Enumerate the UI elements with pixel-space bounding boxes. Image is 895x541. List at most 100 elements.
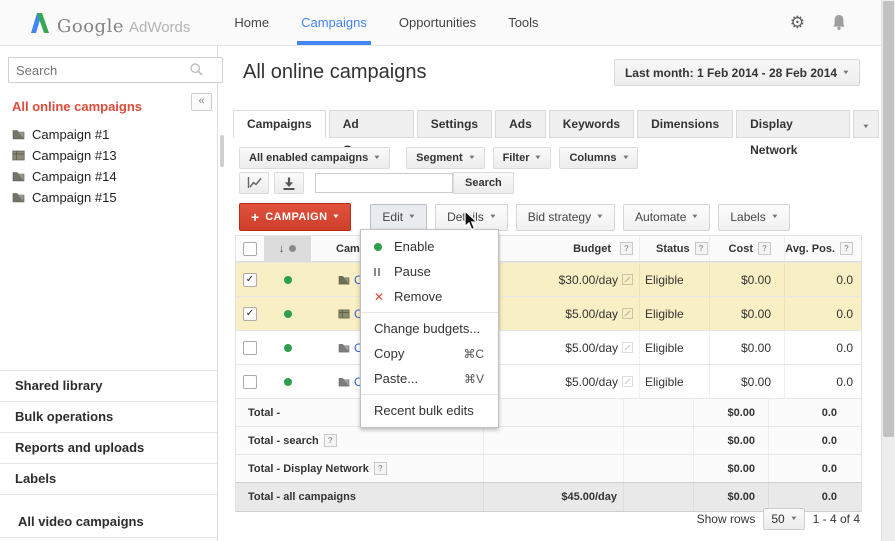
- sidebar-item-all-video-campaigns[interactable]: All video campaigns: [0, 507, 217, 538]
- row-checkbox[interactable]: [243, 340, 257, 355]
- budget-value: $30.00/day: [558, 272, 618, 287]
- enabled-status-icon: [283, 377, 292, 386]
- tab-keywords[interactable]: Keywords: [548, 110, 635, 138]
- menu-item-change-budgets[interactable]: Change budgets...: [361, 316, 498, 341]
- sidebar-item-bulk-operations[interactable]: Bulk operations: [0, 401, 217, 432]
- help-icon[interactable]: ?: [323, 434, 337, 447]
- total-row-display-network: Total - Display Network ? $0.00 0.0: [236, 454, 861, 482]
- table-search-input[interactable]: [315, 173, 453, 193]
- sidebar-item-labels[interactable]: Labels: [0, 463, 217, 495]
- enabled-status-icon: [283, 275, 292, 284]
- column-header-cost[interactable]: Cost ?: [709, 236, 784, 261]
- columns-button[interactable]: Columns ▼: [559, 147, 639, 169]
- menu-item-recent-bulk-edits[interactable]: Recent bulk edits: [361, 398, 498, 423]
- sidebar-item-shared-library[interactable]: Shared library: [0, 370, 217, 401]
- menu-item-enable[interactable]: Enable: [361, 234, 498, 259]
- table-row: Ca $5.00/day Eligible $0.00 0.0: [236, 330, 861, 364]
- date-range-button[interactable]: Last month: 1 Feb 2014 - 28 Feb 2014 ▼: [613, 59, 860, 86]
- help-icon[interactable]: ?: [758, 242, 771, 255]
- enable-dot-icon: [374, 242, 394, 251]
- column-header-avg-pos[interactable]: Avg. Pos. ?: [784, 236, 861, 261]
- segment-button[interactable]: Segment ▼: [406, 147, 485, 169]
- edit-budget-icon[interactable]: [622, 342, 633, 353]
- search-icon: [190, 63, 203, 76]
- rows-per-page-select[interactable]: 50 ▼: [763, 508, 805, 530]
- display-campaign-icon: [338, 309, 350, 318]
- sorted-column-header[interactable]: ↓: [264, 236, 311, 261]
- sort-down-icon: ↓: [278, 242, 285, 255]
- chart-view-button[interactable]: [239, 172, 269, 194]
- details-button[interactable]: Details ▼: [435, 203, 508, 231]
- tab-more-button[interactable]: ▼: [853, 110, 879, 138]
- adwords-logo: Google AdWords: [28, 8, 190, 37]
- date-range-label: Last month: 1 Feb 2014 - 28 Feb 2014: [624, 65, 838, 80]
- tab-dimensions[interactable]: Dimensions: [637, 110, 734, 138]
- google-wordmark: Google: [57, 16, 124, 37]
- nav-home[interactable]: Home: [218, 0, 285, 45]
- pagination: Show rows 50 ▼ 1 - 4 of 4: [235, 508, 860, 530]
- row-checkbox[interactable]: ✓: [243, 306, 257, 321]
- bid-strategy-button[interactable]: Bid strategy ▼: [515, 203, 616, 231]
- status-value: Eligible: [645, 272, 684, 287]
- edit-budget-icon[interactable]: [622, 376, 633, 387]
- paste-shortcut: ⌘V: [463, 371, 484, 386]
- title-row: All online campaigns Last month: 1 Feb 2…: [243, 59, 860, 86]
- labels-button[interactable]: Labels ▼: [718, 203, 790, 231]
- row-checkbox[interactable]: ✓: [243, 272, 257, 287]
- tab-campaigns[interactable]: Campaigns: [233, 110, 326, 138]
- sidebar-campaign-list: Campaign #1 Campaign #13 Campaign #14 Ca…: [0, 124, 217, 208]
- sidebar-scrollbar-thumb[interactable]: [220, 135, 224, 167]
- tab-display-network[interactable]: Display Network: [736, 110, 851, 157]
- edit-budget-icon[interactable]: [622, 274, 633, 285]
- help-icon[interactable]: ?: [840, 242, 853, 255]
- nav-opportunities[interactable]: Opportunities: [383, 0, 492, 45]
- column-header-budget[interactable]: Budget ?: [499, 236, 639, 261]
- sidebar-item-campaign-15[interactable]: Campaign #15: [0, 187, 217, 208]
- nav-campaigns[interactable]: Campaigns: [285, 0, 383, 45]
- folder-icon: [338, 343, 350, 352]
- menu-item-pause[interactable]: Pause: [361, 259, 498, 284]
- scrollbar-thumb[interactable]: [883, 1, 894, 437]
- automate-button[interactable]: Automate ▼: [623, 203, 711, 231]
- download-button[interactable]: [274, 172, 304, 194]
- sidebar-collapse-button[interactable]: «: [191, 93, 212, 111]
- help-icon[interactable]: ?: [373, 462, 387, 475]
- edit-dropdown-menu: Enable Pause ✕ Remove Change budgets... …: [360, 229, 499, 428]
- menu-separator: [361, 394, 498, 395]
- topbar-icons: ⚙: [790, 0, 847, 45]
- main-content: All online campaigns Last month: 1 Feb 2…: [225, 45, 882, 541]
- gear-icon[interactable]: ⚙: [790, 14, 805, 31]
- sidebar-item-reports-and-uploads[interactable]: Reports and uploads: [0, 432, 217, 463]
- status-value: Eligible: [645, 340, 684, 355]
- edit-budget-icon[interactable]: [622, 308, 633, 319]
- menu-item-paste[interactable]: Paste... ⌘V: [361, 366, 498, 391]
- add-campaign-button[interactable]: + CAMPAIGN ▼: [239, 203, 352, 231]
- sidebar-item-campaign-14[interactable]: Campaign #14: [0, 166, 217, 187]
- chevron-down-icon: ▼: [595, 214, 605, 220]
- tab-settings[interactable]: Settings: [416, 110, 493, 138]
- cost-value: $0.00: [740, 374, 771, 389]
- nav-tools[interactable]: Tools: [492, 0, 554, 45]
- menu-item-copy[interactable]: Copy ⌘C: [361, 341, 498, 366]
- menu-item-remove[interactable]: ✕ Remove: [361, 284, 498, 309]
- total-row-search: Total - search ? $0.00 0.0: [236, 426, 861, 454]
- row-checkbox[interactable]: [243, 374, 257, 389]
- tab-ads[interactable]: Ads: [495, 110, 546, 138]
- line-chart-icon: [247, 177, 262, 188]
- chevron-down-icon: ▼: [789, 516, 798, 522]
- select-all-checkbox[interactable]: [243, 241, 257, 256]
- search-button[interactable]: Search: [453, 172, 514, 194]
- edit-button[interactable]: Edit ▼: [370, 203, 428, 231]
- sidebar-all-online-campaigns[interactable]: All online campaigns: [12, 99, 205, 114]
- tab-ad-groups[interactable]: Ad Groups: [328, 110, 414, 157]
- sidebar-item-campaign-13[interactable]: Campaign #13: [0, 145, 217, 166]
- column-header-status[interactable]: Status ?: [639, 236, 709, 261]
- filter-button[interactable]: Filter ▼: [492, 147, 552, 169]
- chevron-down-icon: ▼: [467, 155, 476, 161]
- bell-icon[interactable]: [831, 14, 847, 31]
- sidebar-item-campaign-1[interactable]: Campaign #1: [0, 124, 217, 145]
- view-selector-button[interactable]: All enabled campaigns ▼: [239, 147, 391, 169]
- help-icon[interactable]: ?: [694, 242, 708, 255]
- help-icon[interactable]: ?: [620, 242, 633, 255]
- check-icon: ✓: [245, 274, 255, 285]
